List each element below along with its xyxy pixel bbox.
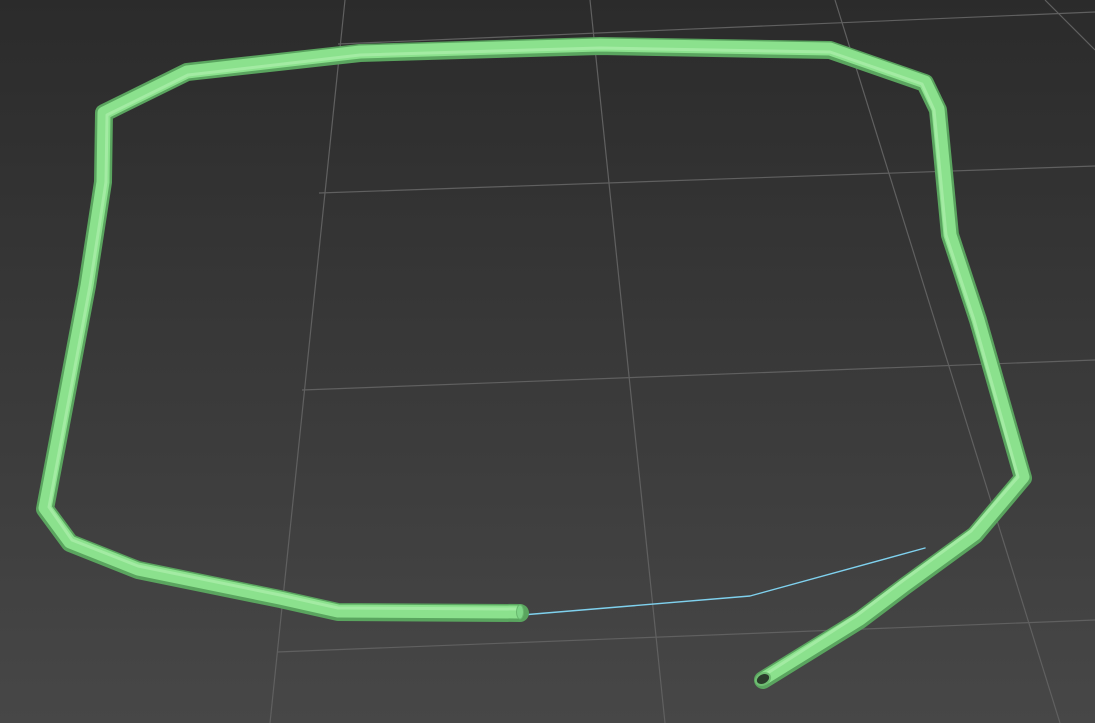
spline-tube-start-cap[interactable] bbox=[516, 604, 524, 620]
3d-viewport[interactable] bbox=[0, 0, 1095, 723]
viewport-scene[interactable] bbox=[0, 0, 1095, 723]
